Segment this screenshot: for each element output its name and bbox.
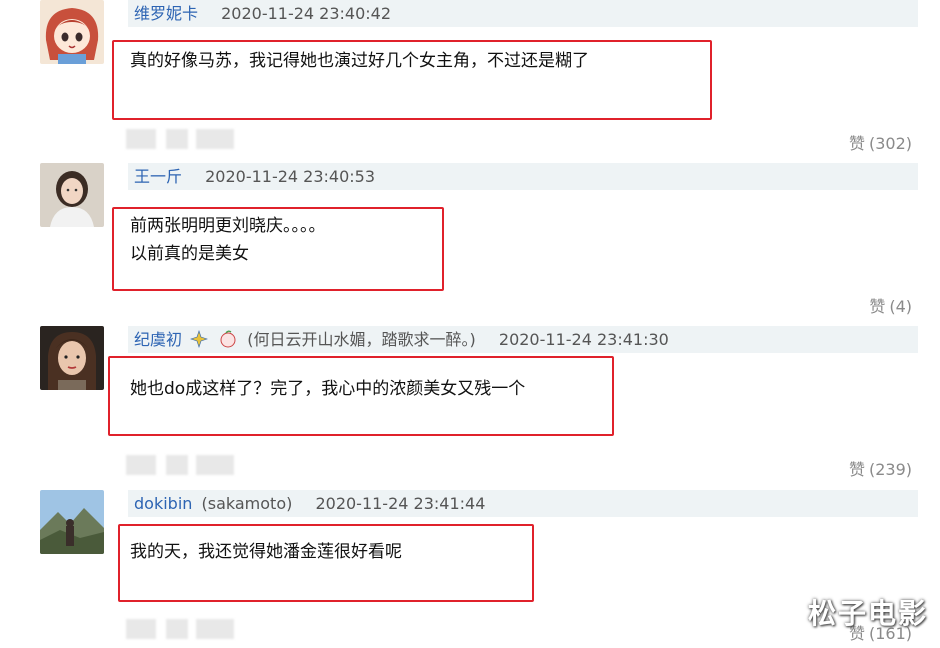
sparkle-badge-icon: [190, 330, 210, 352]
girl-photo-avatar-icon[interactable]: [40, 163, 104, 227]
comment-item: dokibin (sakamoto) 2020-11-24 23:41:44 我…: [0, 490, 940, 648]
comment-meta-bar: 王一斤 2020-11-24 23:40:53: [128, 163, 918, 190]
like-label: 赞: [848, 134, 865, 153]
blurred-reply-actions: [126, 619, 234, 639]
comment-timestamp: 2020-11-24 23:40:42: [221, 4, 392, 23]
comment-item: 维罗妮卡 2020-11-24 23:40:42 真的好像马苏，我记得她也演过好…: [0, 0, 940, 164]
comment-item: 王一斤 2020-11-24 23:40:53 前两张明明更刘晓庆。。。。 以前…: [0, 163, 940, 327]
peach-badge-icon: [218, 330, 238, 352]
anime-girl-avatar-icon[interactable]: [40, 0, 104, 64]
mountain-photo-avatar-icon[interactable]: [40, 490, 104, 554]
comment-meta-bar: 维罗妮卡 2020-11-24 23:40:42: [128, 0, 918, 27]
user-signature: (sakamoto): [201, 494, 293, 513]
like-label: 赞: [848, 460, 865, 479]
like-button[interactable]: 赞 (302): [849, 130, 912, 154]
username-link[interactable]: 纪虞初: [134, 330, 182, 349]
comment-item: 纪虞初 (何日云开山水媚，踏歌求一醉。) 2020-11-24 23:41:30…: [0, 326, 940, 490]
like-label: 赞: [869, 297, 886, 316]
like-button[interactable]: 赞 (4): [869, 293, 912, 317]
comment-timestamp: 2020-11-24 23:41:30: [498, 330, 669, 349]
highlight-frame: [118, 524, 534, 602]
comment-meta-bar: 纪虞初 (何日云开山水媚，踏歌求一醉。) 2020-11-24 23:41:30: [128, 326, 918, 353]
like-count: (239): [868, 460, 912, 479]
highlight-frame: [108, 356, 614, 436]
like-button[interactable]: 赞 (239): [849, 456, 912, 480]
comment-meta-bar: dokibin (sakamoto) 2020-11-24 23:41:44: [128, 490, 918, 517]
highlight-frame: [112, 40, 712, 120]
user-signature: (何日云开山水媚，踏歌求一醉。): [247, 330, 476, 349]
like-count: (302): [868, 134, 912, 153]
username-link[interactable]: 维罗妮卡: [134, 4, 198, 23]
woman-portrait-avatar-icon[interactable]: [40, 326, 104, 390]
blurred-reply-actions: [126, 455, 234, 475]
watermark: 松子电影: [807, 597, 928, 630]
like-count: (4): [889, 297, 912, 316]
blurred-reply-actions: [126, 129, 234, 149]
comment-timestamp: 2020-11-24 23:41:44: [315, 494, 486, 513]
comment-timestamp: 2020-11-24 23:40:53: [205, 167, 376, 186]
username-link[interactable]: 王一斤: [134, 167, 182, 186]
highlight-frame: [112, 207, 444, 291]
username-link[interactable]: dokibin: [134, 494, 192, 513]
